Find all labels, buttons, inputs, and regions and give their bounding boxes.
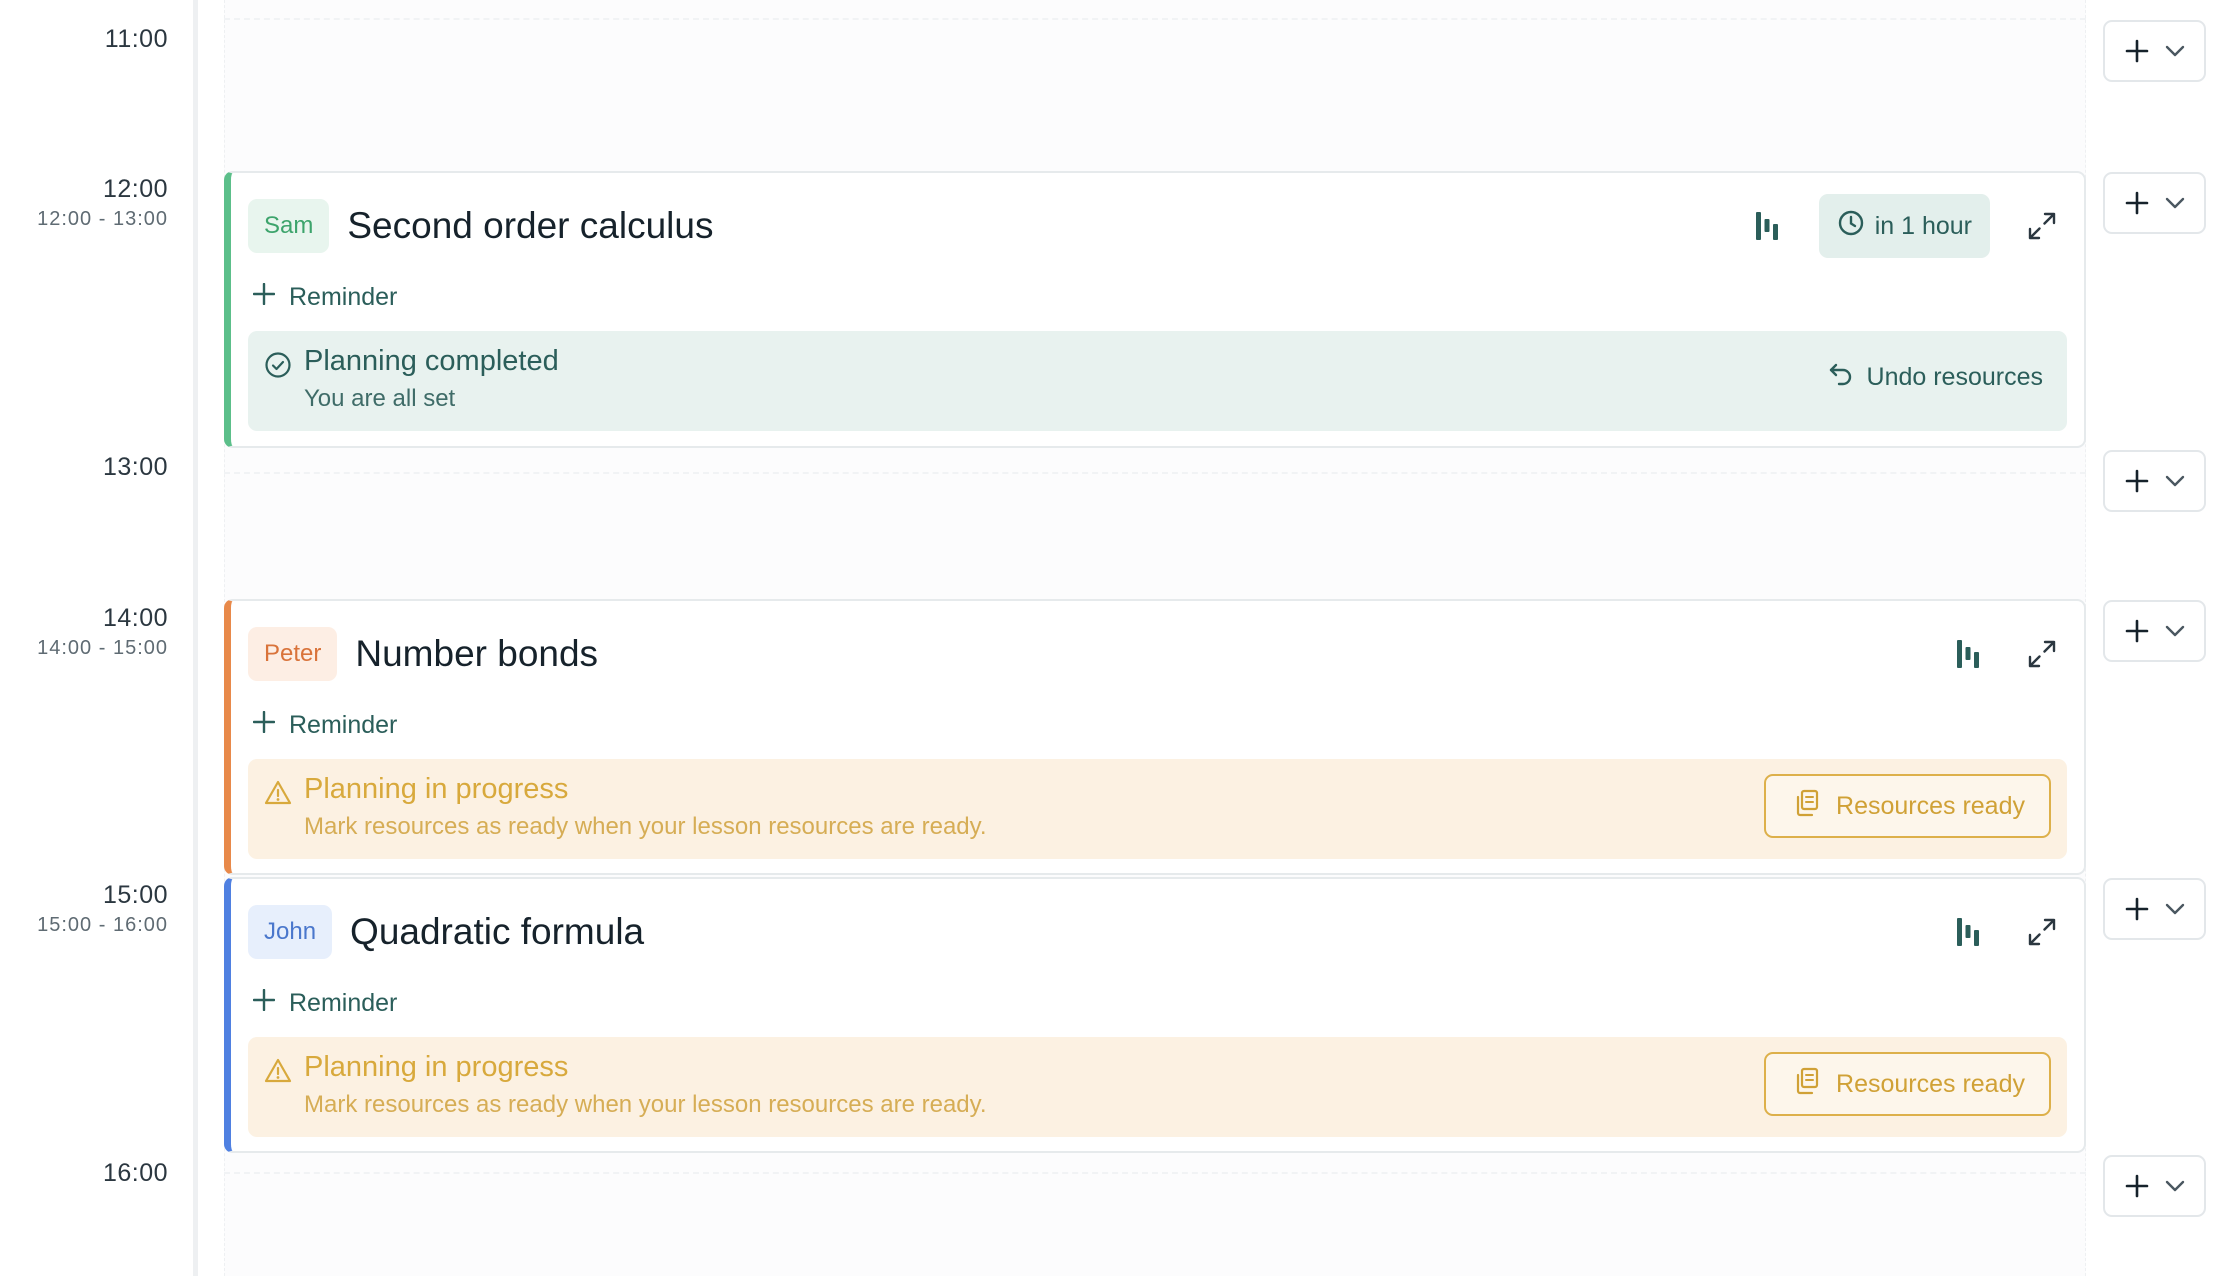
planning-status: Planning completed You are all set Undo … [248,331,2067,431]
time-range: 14:00 - 15:00 [37,637,168,659]
planning-status: Planning in progress Mark resources as r… [248,759,2067,859]
copy-docs-icon [1792,788,1822,825]
timeline-rule [193,0,198,1276]
expand-icon[interactable] [2020,910,2064,954]
lesson-title: Quadratic formula [350,911,645,952]
lesson-title: Second order calculus [347,205,714,246]
lesson-actions: in 1 hour [1745,194,2064,258]
warning-triangle-icon [264,779,292,812]
plus-icon [2125,39,2149,63]
reminder-label: Reminder [289,282,398,311]
status-title: Planning completed [304,345,559,377]
chevron-down-icon [2165,903,2185,915]
time-label: 12:00 [102,175,168,203]
warning-triangle-icon [264,1057,292,1090]
reminder-label: Reminder [289,988,398,1017]
lesson-header: Peter Number bonds [248,625,2064,683]
plus-icon [2125,619,2149,643]
undo-arrow-icon [1827,360,1855,395]
expand-icon[interactable] [2020,204,2064,248]
slot-divider [224,1172,2086,1174]
lesson-card[interactable]: Sam Second order calculus in 1 hour Remi… [224,171,2086,448]
time-slot-13: 13:00 [103,452,168,482]
status-subtitle: You are all set [304,385,456,412]
plus-icon [2125,897,2149,921]
undo-resources-label: Undo resources [1866,362,2043,391]
time-slot-14: 14:00 14:00 - 15:00 [37,603,168,661]
chevron-down-icon [2165,45,2185,57]
lesson-header: John Quadratic formula [248,903,2064,961]
time-label: 16:00 [102,1159,168,1187]
slot-divider [224,18,2086,20]
plus-icon [2125,191,2149,215]
lesson-card[interactable]: Peter Number bonds Reminder Planning in … [224,599,2086,875]
status-title: Planning in progress [304,1051,569,1083]
undo-resources-button[interactable]: Undo resources [1827,355,2043,399]
resources-ready-label: Resources ready [1836,1069,2025,1098]
bars-icon[interactable] [1745,204,1789,248]
add-slot-button[interactable] [2103,600,2206,662]
resources-ready-button[interactable]: Resources ready [1764,774,2051,838]
reminder-label: Reminder [289,710,398,739]
time-range: 15:00 - 16:00 [37,914,168,936]
lesson-header: Sam Second order calculus in 1 hour [248,194,2064,258]
resources-ready-label: Resources ready [1836,791,2025,820]
add-slot-button[interactable] [2103,1155,2206,1217]
chevron-down-icon [2165,197,2185,209]
day-schedule: 11:00 12:00 12:00 - 13:00 13:00 14:00 14… [0,0,2228,1276]
status-subtitle: Mark resources as ready when your lesson… [304,813,987,840]
bars-icon[interactable] [1946,910,1990,954]
add-reminder-button[interactable]: Reminder [252,279,398,315]
status-subtitle: Mark resources as ready when your lesson… [304,1091,987,1118]
add-slot-button[interactable] [2103,172,2206,234]
time-label: 11:00 [104,25,168,53]
time-label: 14:00 [102,604,168,632]
add-slot-button[interactable] [2103,878,2206,940]
countdown-pill: in 1 hour [1818,194,1990,258]
plus-icon [252,282,276,312]
lesson-title: Number bonds [355,633,599,674]
lesson-card[interactable]: John Quadratic formula Reminder Planning… [224,877,2086,1153]
time-slot-12: 12:00 12:00 - 13:00 [37,174,168,232]
add-reminder-button[interactable]: Reminder [252,707,398,743]
time-label: 13:00 [102,453,168,481]
expand-icon[interactable] [2020,632,2064,676]
check-circle-icon [264,351,292,384]
time-range: 12:00 - 13:00 [37,208,168,230]
student-badge: Sam [248,199,330,253]
plus-icon [252,710,276,740]
countdown-text: in 1 hour [1874,211,1972,240]
bars-icon[interactable] [1946,632,1990,676]
time-slot-11: 11:00 [105,24,168,54]
status-title: Planning in progress [304,773,569,805]
lesson-actions [1946,910,2064,954]
copy-docs-icon [1792,1066,1822,1103]
lesson-actions [1946,632,2064,676]
add-slot-button[interactable] [2103,450,2206,512]
student-badge: Peter [248,627,338,681]
chevron-down-icon [2165,625,2185,637]
plus-icon [2125,469,2149,493]
time-slot-15: 15:00 15:00 - 16:00 [37,880,168,938]
planning-status: Planning in progress Mark resources as r… [248,1037,2067,1137]
resources-ready-button[interactable]: Resources ready [1764,1052,2051,1116]
add-reminder-button[interactable]: Reminder [252,985,398,1021]
slot-divider [224,472,2086,474]
time-label: 15:00 [102,881,168,909]
student-badge: John [248,905,333,959]
chevron-down-icon [2165,475,2185,487]
clock-icon [1837,209,1865,244]
time-slot-16: 16:00 [103,1158,168,1188]
chevron-down-icon [2165,1180,2185,1192]
plus-icon [2125,1174,2149,1198]
plus-icon [252,988,276,1018]
add-slot-button[interactable] [2103,20,2206,82]
